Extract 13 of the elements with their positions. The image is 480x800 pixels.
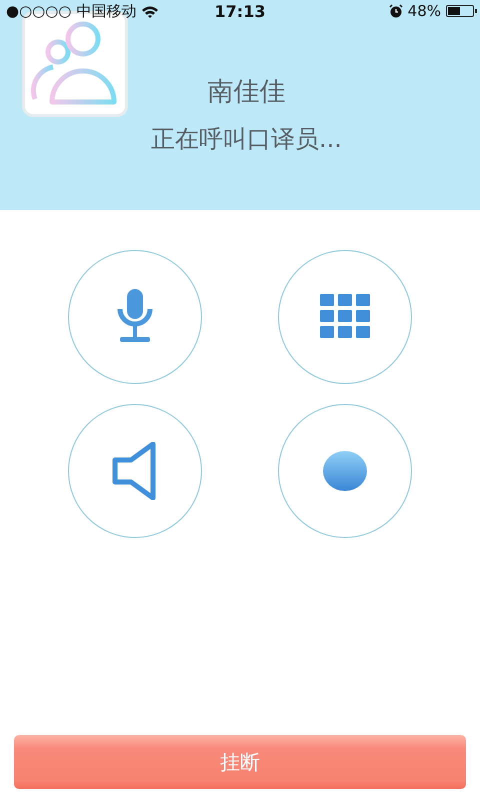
battery-icon	[446, 5, 474, 17]
call-status: 正在呼叫口译员...	[151, 124, 342, 155]
microphone-icon	[117, 289, 153, 345]
battery-percent: 48%	[408, 2, 441, 20]
hang-up-button[interactable]: 挂断	[14, 735, 466, 789]
signal-strength: ●○○○○	[6, 2, 72, 20]
wifi-icon	[141, 4, 160, 18]
record-dot-icon	[323, 451, 367, 491]
alarm-icon	[388, 4, 403, 18]
clock-time: 17:13	[214, 2, 266, 20]
keypad-icon	[320, 294, 370, 340]
carrier-name: 中国移动	[76, 2, 136, 20]
caller-name: 南佳佳	[208, 76, 286, 109]
